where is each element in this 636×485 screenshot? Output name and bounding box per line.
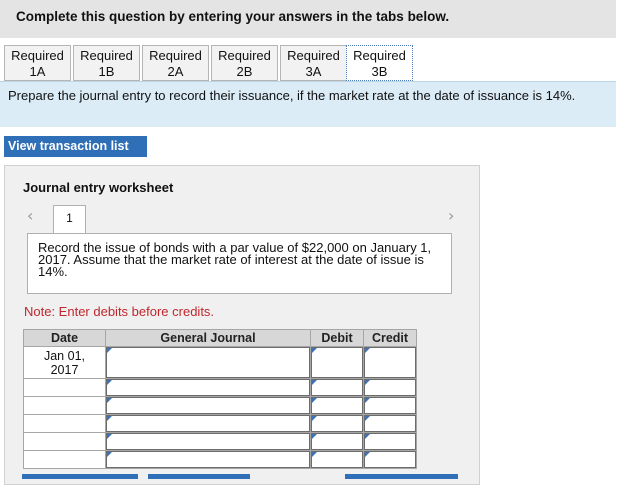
account-input[interactable]: [105, 346, 311, 379]
chevron-left-icon[interactable]: ‹: [27, 206, 33, 225]
tab-required-1b[interactable]: Required 1B: [73, 45, 140, 81]
clear-entry-button[interactable]: [148, 474, 250, 479]
account-input[interactable]: [105, 414, 311, 433]
date-cell: [23, 450, 106, 469]
transaction-description: Record the issue of bonds with a par val…: [27, 233, 452, 294]
worksheet-title: Journal entry worksheet: [23, 180, 174, 195]
debit-input[interactable]: [310, 396, 364, 415]
journal-table: Date General Journal Debit Credit Jan 01…: [23, 329, 417, 469]
tab-required-2b[interactable]: Required 2B: [211, 45, 278, 81]
credit-input[interactable]: [363, 378, 417, 397]
account-input[interactable]: [105, 450, 311, 469]
view-general-journal-button[interactable]: [345, 474, 458, 479]
table-row: [23, 396, 417, 415]
debit-input[interactable]: [310, 450, 364, 469]
page-tab-1[interactable]: 1: [53, 205, 86, 233]
column-header-date: Date: [23, 329, 106, 347]
instruction-text: Prepare the journal entry to record thei…: [0, 81, 616, 127]
date-cell: [23, 432, 106, 451]
date-cell: [23, 414, 106, 433]
tab-required-3b[interactable]: Required 3B: [346, 45, 413, 81]
debit-input[interactable]: [310, 432, 364, 451]
table-row: [23, 450, 417, 469]
header-bar: Complete this question by entering your …: [0, 0, 616, 38]
credit-input[interactable]: [363, 396, 417, 415]
table-row: [23, 432, 417, 451]
account-input[interactable]: [105, 432, 311, 451]
tab-required-2a[interactable]: Required 2A: [142, 45, 209, 81]
account-input[interactable]: [105, 378, 311, 397]
record-entry-button[interactable]: [22, 474, 138, 479]
debit-credit-note: Note: Enter debits before credits.: [24, 304, 215, 319]
column-header-credit: Credit: [363, 329, 417, 347]
credit-input[interactable]: [363, 432, 417, 451]
table-row: [23, 414, 417, 433]
table-row: Jan 01, 2017: [23, 346, 417, 379]
date-cell: [23, 396, 106, 415]
debit-input[interactable]: [310, 346, 364, 379]
view-transaction-list-button[interactable]: View transaction list: [4, 136, 147, 157]
tab-required-1a[interactable]: Required 1A: [4, 45, 71, 81]
debit-input[interactable]: [310, 414, 364, 433]
debit-input[interactable]: [310, 378, 364, 397]
tab-required-3a[interactable]: Required 3A: [280, 45, 347, 81]
column-header-debit: Debit: [310, 329, 364, 347]
chevron-right-icon[interactable]: ›: [448, 206, 454, 225]
date-cell: Jan 01, 2017: [23, 346, 106, 379]
date-cell: [23, 378, 106, 397]
credit-input[interactable]: [363, 450, 417, 469]
journal-entry-worksheet: Journal entry worksheet ‹ 1 › Record the…: [4, 165, 480, 485]
credit-input[interactable]: [363, 346, 417, 379]
column-header-general-journal: General Journal: [105, 329, 311, 347]
account-input[interactable]: [105, 396, 311, 415]
table-row: [23, 378, 417, 397]
page-title: Complete this question by entering your …: [16, 9, 450, 24]
credit-input[interactable]: [363, 414, 417, 433]
